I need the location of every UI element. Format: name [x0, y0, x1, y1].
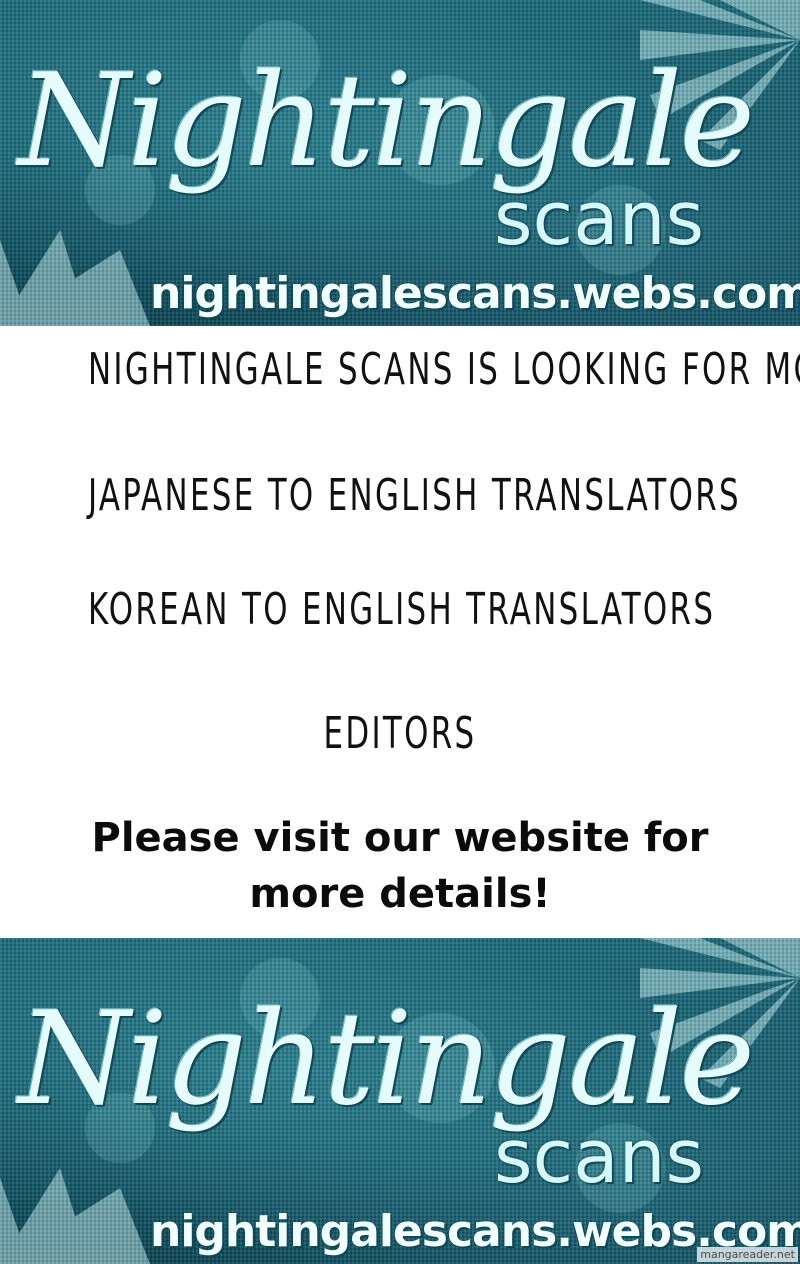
watermark: mangareader.net [697, 1247, 798, 1262]
page: Nightingale scans nightingalescans.webs.… [0, 0, 800, 1264]
call-to-action: Please visit our website for more detail… [0, 810, 800, 922]
role-item: Japanese to English translators [88, 470, 741, 521]
logo-url: nightingalescans.webs.com/ [150, 268, 800, 319]
logo-title: Nightingale [18, 985, 755, 1134]
call-to-action-line: more details! [249, 871, 551, 917]
logo-subtitle: scans [494, 1114, 705, 1200]
recruitment-notice: Nightingale scans is looking for more: J… [0, 326, 800, 938]
call-to-action-line: Please visit our website for [91, 815, 709, 861]
role-item: Editors [323, 708, 477, 759]
recruitment-headline: Nightingale scans is looking for more: [88, 344, 800, 395]
logo-title: Nightingale [18, 47, 755, 196]
logo-subtitle: scans [494, 176, 705, 262]
banner-top: Nightingale scans nightingalescans.webs.… [0, 0, 800, 326]
role-item: Korean to English translators [88, 584, 716, 635]
banner-bottom: Nightingale scans nightingalescans.webs.… [0, 938, 800, 1264]
